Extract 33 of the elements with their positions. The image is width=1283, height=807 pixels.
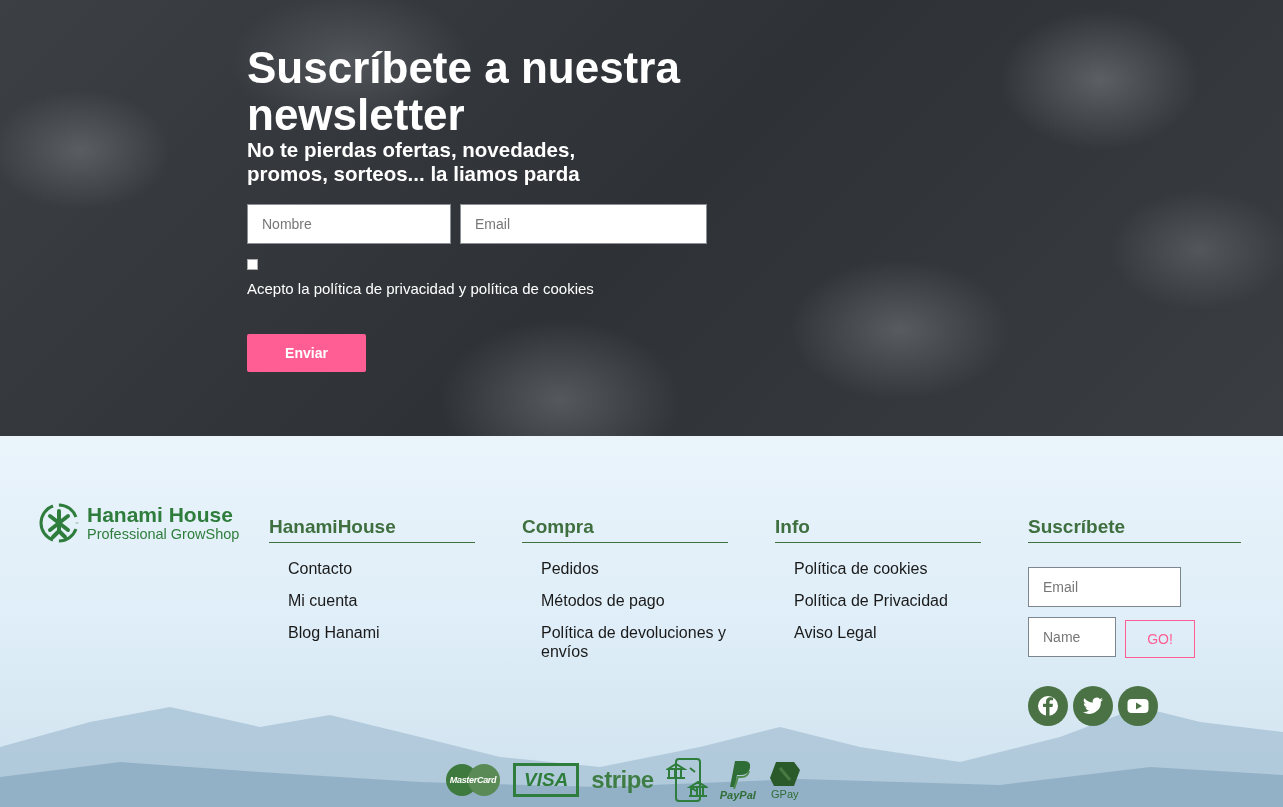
name-field[interactable]: Name xyxy=(1028,617,1116,657)
column-heading: Info xyxy=(775,516,981,543)
text-field[interactable]: Email xyxy=(460,204,707,244)
wallet-icon xyxy=(767,760,802,788)
footer-link[interactable]: Política de Privacidad xyxy=(794,591,981,610)
paypal-wordmark: PayPal xyxy=(719,789,756,801)
footer-link[interactable]: Blog Hanami xyxy=(288,623,475,642)
consent-checkbox[interactable] xyxy=(247,259,258,270)
bank-transfer-icon xyxy=(665,757,708,803)
mastercard-logo: MasterCard xyxy=(445,763,501,797)
consent-label: Acepto la política de privacidad y política de cookies xyxy=(247,280,594,297)
footer-link[interactable]: Mi cuenta xyxy=(288,591,475,610)
twitter-icon[interactable] xyxy=(1073,686,1113,726)
visa-logo: VISA xyxy=(513,763,580,797)
column-heading: Compra xyxy=(522,516,728,543)
email-field[interactable]: Email xyxy=(1028,567,1181,607)
footer-link[interactable]: Política de cookies xyxy=(794,559,981,578)
footer-link[interactable]: Política de devoluciones y envíos xyxy=(541,623,728,661)
gpay-wordmark: GPay xyxy=(771,788,799,800)
footer-link[interactable]: Aviso Legal xyxy=(794,623,981,642)
footer-link[interactable]: Métodos de pago xyxy=(541,591,728,610)
newsletter-title: Suscríbete a nuestra newsletter xyxy=(247,44,682,138)
column-heading: Suscríbete xyxy=(1028,516,1241,543)
facebook-icon[interactable] xyxy=(1028,686,1068,726)
text-field[interactable]: Nombre xyxy=(247,204,451,244)
footer-link[interactable]: Contacto xyxy=(288,559,475,578)
footer-link[interactable]: Pedidos xyxy=(541,559,728,578)
newsletter-subtitle: No te pierdas ofertas, novedades, promos, sorteos... la liamos parda xyxy=(247,138,581,186)
youtube-icon[interactable] xyxy=(1118,686,1158,726)
stripe-logo: stripe xyxy=(591,766,654,794)
brand-tagline: Professional GrowShop xyxy=(87,526,240,542)
brand-name: Hanami House xyxy=(87,504,234,526)
column-heading: HanamiHouse xyxy=(269,516,475,543)
